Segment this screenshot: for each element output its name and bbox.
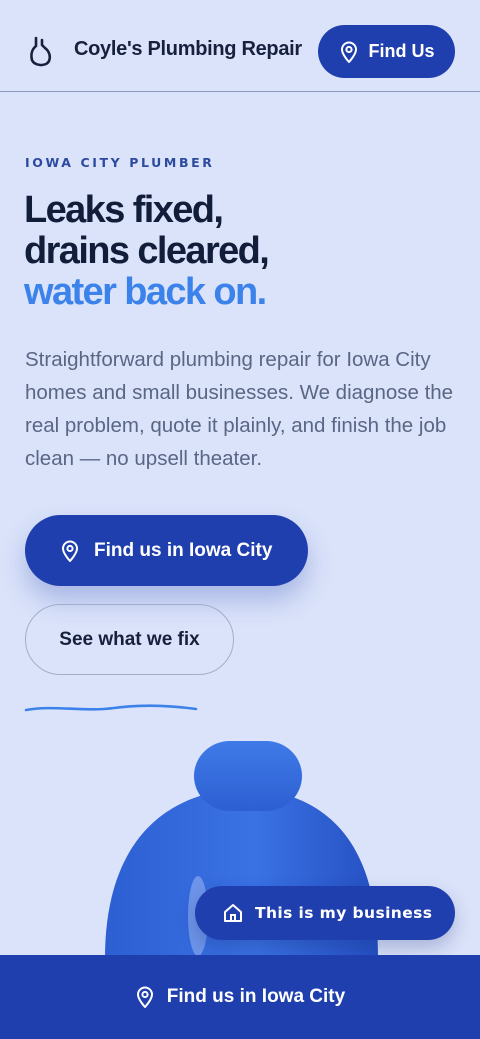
find-us-label: Find Us [368,41,435,61]
headline-accent: water back on. [24,271,267,313]
headline-line-2: drains cleared, [24,230,270,272]
headline-line-1: Leaks fixed, [24,189,224,231]
brand-name[interactable]: Coyle's Plumbing Repair [74,38,302,61]
hero-eyebrow: IOWA CITY PLUMBER [25,155,215,170]
bottom-bar-label: Find us in Iowa City [166,986,346,1007]
drop-icon [28,36,54,68]
find-us-button[interactable]: Find Us [318,25,455,78]
sticky-find-us-bar[interactable]: Find us in Iowa City [0,955,480,1039]
site-header: Coyle's Plumbing Repair Find Us [0,0,480,92]
decorative-squiggle [24,700,198,716]
map-pin-icon [60,540,80,562]
see-what-we-fix-button[interactable]: See what we fix [25,604,234,675]
find-us-in-city-button[interactable]: Find us in Iowa City [25,515,308,586]
claim-business-button[interactable]: This is my business [195,886,455,940]
primary-cta-label: Find us in Iowa City [94,539,273,561]
business-label: This is my business [255,904,433,922]
hero-headline: Leaks fixed, drains cleared, water back … [24,189,270,313]
map-pin-icon [135,986,155,1008]
home-icon [223,903,243,923]
map-pin-icon [339,41,359,63]
secondary-cta-label: See what we fix [59,628,200,650]
hero-description: Straightforward plumbing repair for Iowa… [25,348,454,470]
